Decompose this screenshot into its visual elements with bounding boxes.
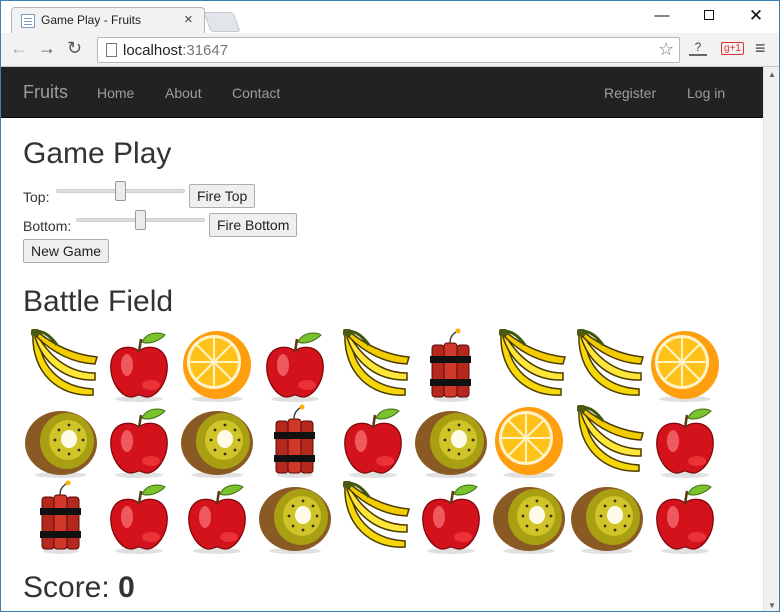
dynamite-icon: [23, 479, 99, 555]
apple-icon: [257, 327, 333, 403]
kiwi-icon: [491, 479, 567, 555]
kiwi-icon: [569, 479, 645, 555]
banana-icon: [23, 327, 99, 403]
fire-bottom-button[interactable]: Fire Bottom: [209, 213, 298, 237]
battle-field-grid: [23, 327, 723, 555]
nav-home-link[interactable]: Home: [97, 85, 134, 101]
score-display: Score: 0: [23, 571, 135, 605]
banana-icon: [335, 327, 411, 403]
banana-icon: [569, 403, 645, 479]
orange-icon: [179, 327, 255, 403]
dynamite-icon: [257, 403, 333, 479]
browser-window: Game Play - Fruits × — ✕ ← → ↻ localhost…: [0, 0, 780, 612]
new-game-button[interactable]: New Game: [23, 239, 110, 263]
game-play-heading: Game Play: [23, 137, 172, 170]
apple-icon: [335, 403, 411, 479]
tab-strip: Game Play - Fruits × — ✕: [1, 1, 779, 34]
page-viewport: Fruits Home About Contact Register Log i…: [1, 67, 763, 611]
apple-icon: [413, 479, 489, 555]
top-slider[interactable]: [56, 181, 185, 201]
top-slider-thumb[interactable]: [115, 181, 126, 201]
banana-icon: [335, 479, 411, 555]
new-tab-button[interactable]: [203, 12, 241, 32]
top-label: Top:: [23, 189, 50, 205]
google-plus-icon[interactable]: g+1: [721, 42, 744, 55]
apple-icon: [179, 479, 255, 555]
nav-register-link[interactable]: Register: [604, 85, 656, 101]
reload-icon[interactable]: ↻: [67, 38, 82, 59]
extension-icon[interactable]: ?: [689, 40, 707, 56]
scroll-up-icon[interactable]: ▲: [768, 70, 776, 79]
url-port: :31647: [182, 42, 229, 59]
apple-icon: [101, 403, 177, 479]
fire-top-button[interactable]: Fire Top: [189, 184, 256, 208]
url-text: localhost:31647: [123, 42, 228, 59]
bottom-label: Bottom:: [23, 218, 72, 234]
kiwi-icon: [23, 403, 99, 479]
navbar-brand[interactable]: Fruits: [23, 82, 68, 103]
apple-icon: [647, 403, 723, 479]
browser-tab[interactable]: Game Play - Fruits ×: [11, 7, 205, 34]
back-arrow-icon[interactable]: ←: [10, 38, 28, 59]
apple-icon: [101, 479, 177, 555]
bookmark-star-icon[interactable]: ☆: [658, 39, 674, 60]
browser-toolbar: ← → ↻ localhost:31647 ☆ ? g+1 ≡: [1, 33, 779, 67]
menu-icon[interactable]: ≡: [755, 38, 766, 59]
score-label: Score:: [23, 571, 110, 604]
vertical-scrollbar[interactable]: ▲ ▼: [763, 67, 779, 611]
nav-about-link[interactable]: About: [165, 85, 202, 101]
apple-icon: [647, 479, 723, 555]
tab-close-icon[interactable]: ×: [184, 11, 193, 28]
address-bar[interactable]: localhost:31647 ☆: [97, 37, 680, 63]
bottom-slider-thumb[interactable]: [135, 210, 146, 230]
dynamite-icon: [413, 327, 489, 403]
tab-title: Game Play - Fruits: [41, 13, 142, 27]
kiwi-icon: [257, 479, 333, 555]
orange-icon: [491, 403, 567, 479]
maximize-button[interactable]: [694, 5, 724, 27]
bottom-slider[interactable]: [76, 210, 205, 230]
banana-icon: [569, 327, 645, 403]
kiwi-icon: [413, 403, 489, 479]
battle-field-heading: Battle Field: [23, 285, 174, 318]
kiwi-icon: [179, 403, 255, 479]
nav-contact-link[interactable]: Contact: [232, 85, 280, 101]
banana-icon: [491, 327, 567, 403]
page-favicon-icon: [21, 14, 35, 28]
nav-login-link[interactable]: Log in: [687, 85, 725, 101]
apple-icon: [101, 327, 177, 403]
url-host: localhost: [123, 42, 183, 59]
orange-icon: [647, 327, 723, 403]
minimize-button[interactable]: —: [647, 5, 677, 27]
close-window-button[interactable]: ✕: [741, 5, 771, 27]
score-value: 0: [118, 571, 135, 604]
maximize-icon: [704, 10, 714, 20]
scroll-down-icon[interactable]: ▼: [768, 601, 776, 610]
forward-arrow-icon[interactable]: →: [38, 38, 56, 59]
page-icon: [106, 43, 117, 57]
site-navbar: Fruits Home About Contact Register Log i…: [1, 67, 763, 118]
